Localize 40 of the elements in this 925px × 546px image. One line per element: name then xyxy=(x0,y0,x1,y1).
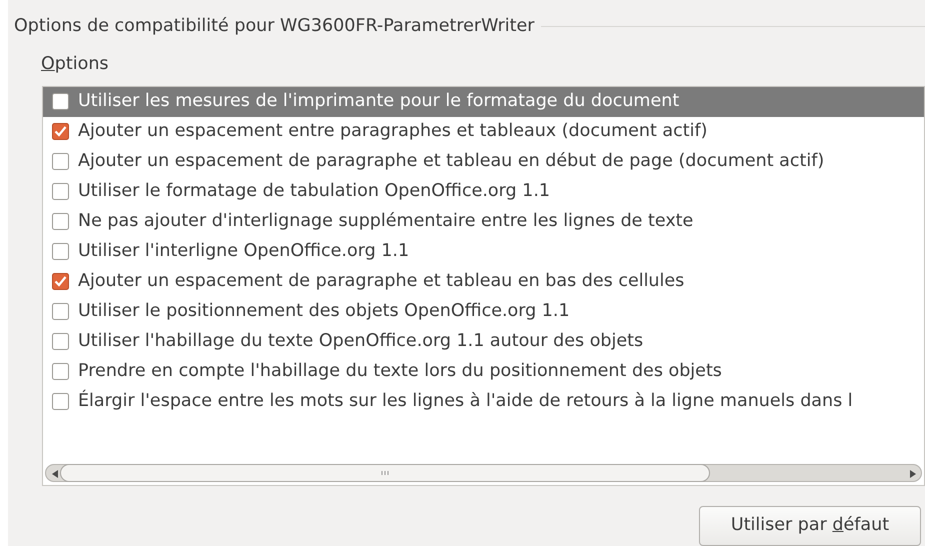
scrollbar-thumb[interactable] xyxy=(60,464,710,482)
checkbox[interactable] xyxy=(52,303,69,320)
option-row[interactable]: Ne pas ajouter d'interlignage supplémentaire entre les lignes de texte xyxy=(43,206,924,236)
option-label: Ajouter un espacement de paragraphe et tableau en bas des cellules xyxy=(78,270,684,294)
option-row[interactable]: Utiliser les mesures de l'imprimante pour le formatage du document xyxy=(43,86,924,116)
checkbox[interactable] xyxy=(52,393,69,410)
horizontal-scrollbar[interactable] xyxy=(45,464,922,482)
option-label: Élargir l'espace entre les mots sur les lignes à l'aide de retours à la ligne manuels dans l xyxy=(78,388,853,414)
frame-title: Options de compatibilité pour WG3600FR-ParametrerWriter xyxy=(14,15,534,38)
option-row[interactable]: Élargir l'espace entre les mots sur les lignes à l'aide de retours à la ligne manuels dans l xyxy=(43,386,924,416)
option-row[interactable]: Utiliser le formatage de tabulation OpenOffice.org 1.1 xyxy=(43,176,924,206)
options-label: Options xyxy=(41,54,109,74)
option-label: Utiliser les mesures de l'imprimante pour le formatage du document xyxy=(78,90,680,114)
checkbox[interactable] xyxy=(52,153,69,170)
checkbox[interactable] xyxy=(52,123,69,140)
option-row[interactable]: Ajouter un espacement entre paragraphes et tableaux (document actif) xyxy=(43,116,924,146)
option-label: Utiliser l'interligne OpenOffice.org 1.1 xyxy=(78,240,410,264)
scroll-left-icon[interactable] xyxy=(52,470,58,478)
default-button[interactable]: Utiliser par défaut xyxy=(699,506,921,546)
option-row[interactable]: Utiliser le positionnement des objets OpenOffice.org 1.1 xyxy=(43,296,924,326)
checkbox[interactable] xyxy=(52,213,69,230)
checkbox[interactable] xyxy=(52,333,69,350)
option-row[interactable]: Ajouter un espacement de paragraphe et tableau en bas des cellules xyxy=(43,266,924,296)
checkbox[interactable] xyxy=(52,93,69,110)
checkbox[interactable] xyxy=(52,273,69,290)
option-label: Prendre en compte l'habillage du texte lors du positionnement des objets xyxy=(78,360,722,384)
option-label: Utiliser l'habillage du texte OpenOffice.org 1.1 autour des objets xyxy=(78,330,644,354)
option-row[interactable]: Ajouter un espacement de paragraphe et tableau en début de page (document actif) xyxy=(43,146,924,176)
checkbox[interactable] xyxy=(52,243,69,260)
option-label: Utiliser le formatage de tabulation OpenOffice.org 1.1 xyxy=(78,180,550,204)
option-label: Ajouter un espacement de paragraphe et tableau en début de page (document actif) xyxy=(78,150,824,174)
option-row[interactable]: Prendre en compte l'habillage du texte lors du positionnement des objets xyxy=(43,356,924,386)
option-row[interactable]: Utiliser l'habillage du texte OpenOffice.org 1.1 autour des objets xyxy=(43,326,924,356)
option-label: Ajouter un espacement entre paragraphes et tableaux (document actif) xyxy=(78,120,708,144)
checkbox[interactable] xyxy=(52,183,69,200)
option-label: Ne pas ajouter d'interlignage supplémentaire entre les lignes de texte xyxy=(78,210,694,234)
option-label: Utiliser le positionnement des objets OpenOffice.org 1.1 xyxy=(78,300,570,324)
option-row[interactable]: Utiliser l'interligne OpenOffice.org 1.1 xyxy=(43,236,924,266)
checkbox[interactable] xyxy=(52,363,69,380)
scroll-right-icon[interactable] xyxy=(910,470,916,478)
